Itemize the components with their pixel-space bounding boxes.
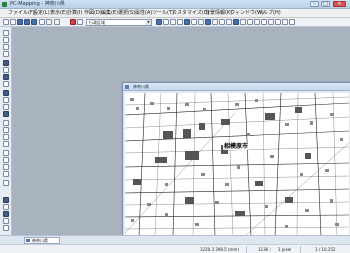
left-toolbar: [0, 27, 12, 235]
zoom-out-icon[interactable]: [170, 19, 176, 25]
title-bar: PC-Mapping - 神奈川県 – □ ✕: [0, 0, 350, 9]
map-canvas[interactable]: 相模原市: [125, 93, 349, 236]
close-button[interactable]: ✕: [333, 1, 346, 7]
menu-calc[interactable]: 計算(I): [67, 10, 82, 17]
menu-file[interactable]: ファイル(F): [8, 10, 35, 17]
undo-tool-icon[interactable]: [3, 150, 9, 156]
export-tool-icon[interactable]: [3, 225, 9, 231]
text-tool-icon[interactable]: [3, 74, 9, 80]
circle-tool-icon[interactable]: [3, 67, 9, 73]
save-icon[interactable]: [17, 19, 23, 25]
node-tool-icon[interactable]: [3, 90, 9, 96]
scale-tool-icon[interactable]: [3, 127, 9, 133]
minimize-button[interactable]: –: [310, 1, 319, 7]
chevron-down-icon: ▼: [146, 20, 151, 25]
street-map: [125, 93, 349, 236]
chart-icon[interactable]: [240, 19, 246, 25]
toolbar: 行政区域 ▼: [0, 18, 350, 27]
pan-icon[interactable]: [177, 19, 183, 25]
print-icon[interactable]: [39, 19, 45, 25]
map-window[interactable]: 神奈川県 相模原市: [122, 82, 350, 237]
image-icon[interactable]: [261, 19, 267, 25]
maximize-button[interactable]: □: [321, 1, 330, 7]
menu-attribute[interactable]: 属性(A): [135, 10, 152, 17]
map-window-title: 神奈川県: [133, 84, 149, 89]
map-window-icon: [125, 85, 129, 89]
layer-icon[interactable]: [77, 19, 83, 25]
menu-customize[interactable]: カスタマイズ(C): [172, 10, 209, 17]
status-bar: 1220.3 398.5 (mm) 1136 : 1 pixel 1 / 10,…: [0, 244, 350, 253]
attribute-tool-icon[interactable]: [3, 197, 9, 203]
rotate-tool-icon[interactable]: [3, 120, 9, 126]
export-icon[interactable]: [31, 19, 37, 25]
menu-help[interactable]: ヘルプ(H): [258, 10, 281, 17]
layer-select-value: 行政区域: [89, 20, 105, 25]
pointer-icon[interactable]: [3, 30, 9, 36]
status-divider: [300, 246, 301, 253]
preview-icon[interactable]: [46, 19, 52, 25]
status-scale: 1136 :: [258, 247, 271, 252]
tab-document[interactable]: 神奈川県: [24, 237, 60, 244]
save-as-icon[interactable]: [24, 19, 30, 25]
window-icon[interactable]: [268, 19, 274, 25]
open-icon[interactable]: [10, 19, 16, 25]
copy-tool-icon[interactable]: [3, 134, 9, 140]
polygon-tool-icon[interactable]: [3, 51, 9, 57]
trace-tool-icon[interactable]: [3, 171, 9, 177]
menu-bar: ファイル(F) 設定(L) 表示(E) 計算(I) 作図(D) 編集(E) 選択…: [0, 9, 350, 18]
refresh-icon[interactable]: [191, 19, 197, 25]
query-tool-icon[interactable]: [3, 204, 9, 210]
zoom-in-icon[interactable]: [163, 19, 169, 25]
cascade-icon[interactable]: [282, 19, 288, 25]
status-unit: 1 pixel: [278, 247, 292, 252]
select-icon[interactable]: [156, 19, 162, 25]
point-tool-icon[interactable]: [3, 37, 9, 43]
search-icon[interactable]: [226, 19, 232, 25]
menu-view[interactable]: 表示(E): [50, 10, 67, 17]
snap-tool-icon[interactable]: [3, 164, 9, 170]
menu-settings[interactable]: 設定(L): [33, 10, 50, 17]
app-icon: [2, 2, 7, 7]
label-icon[interactable]: [247, 19, 253, 25]
status-divider: [246, 246, 247, 253]
map-window-titlebar[interactable]: 神奈川県: [123, 83, 350, 91]
layer-select[interactable]: 行政区域 ▼: [86, 19, 152, 26]
delete-tool-icon[interactable]: [3, 111, 9, 117]
buffer-tool-icon[interactable]: [3, 180, 9, 186]
workspace: 神奈川県 相模原市: [12, 27, 350, 237]
map-place-label: 相模原市: [223, 143, 250, 150]
print-tool-icon[interactable]: [3, 218, 9, 224]
window-title: PC-Mapping - 神奈川県: [10, 1, 65, 7]
table-icon[interactable]: [233, 19, 239, 25]
measure-icon[interactable]: [212, 19, 218, 25]
menu-edit[interactable]: 編集(E): [101, 10, 118, 17]
redo-tool-icon[interactable]: [3, 157, 9, 163]
tab-label: 神奈川県: [32, 238, 48, 243]
menu-select[interactable]: 選択(S): [118, 10, 135, 17]
layer-tool-icon[interactable]: [3, 211, 9, 217]
rect-tool-icon[interactable]: [3, 60, 9, 66]
status-coordinates: 1220.3 398.5 (mm): [200, 247, 239, 252]
tile-icon[interactable]: [275, 19, 281, 25]
layer-list-icon[interactable]: [205, 19, 211, 25]
move-tool-icon[interactable]: [3, 81, 9, 87]
menu-background[interactable]: 背景情報(K): [205, 10, 232, 17]
split-tool-icon[interactable]: [3, 97, 9, 103]
symbol-icon[interactable]: [254, 19, 260, 25]
help-icon[interactable]: [289, 19, 295, 25]
status-page: 1 / 10,152: [315, 247, 336, 252]
grid-icon[interactable]: [198, 19, 204, 25]
menu-tools[interactable]: ツール(T): [152, 10, 174, 17]
document-tab-bar: 神奈川県: [0, 235, 350, 244]
menu-draw[interactable]: 作図(D): [84, 10, 102, 17]
new-icon[interactable]: [3, 19, 9, 25]
line-tool-icon[interactable]: [3, 44, 9, 50]
info-icon[interactable]: [219, 19, 225, 25]
map-icon: [26, 239, 30, 242]
cut-icon[interactable]: [54, 19, 60, 25]
stop-icon[interactable]: [70, 19, 76, 25]
fit-icon[interactable]: [184, 19, 190, 25]
paste-tool-icon[interactable]: [3, 141, 9, 147]
merge-tool-icon[interactable]: [3, 104, 9, 110]
